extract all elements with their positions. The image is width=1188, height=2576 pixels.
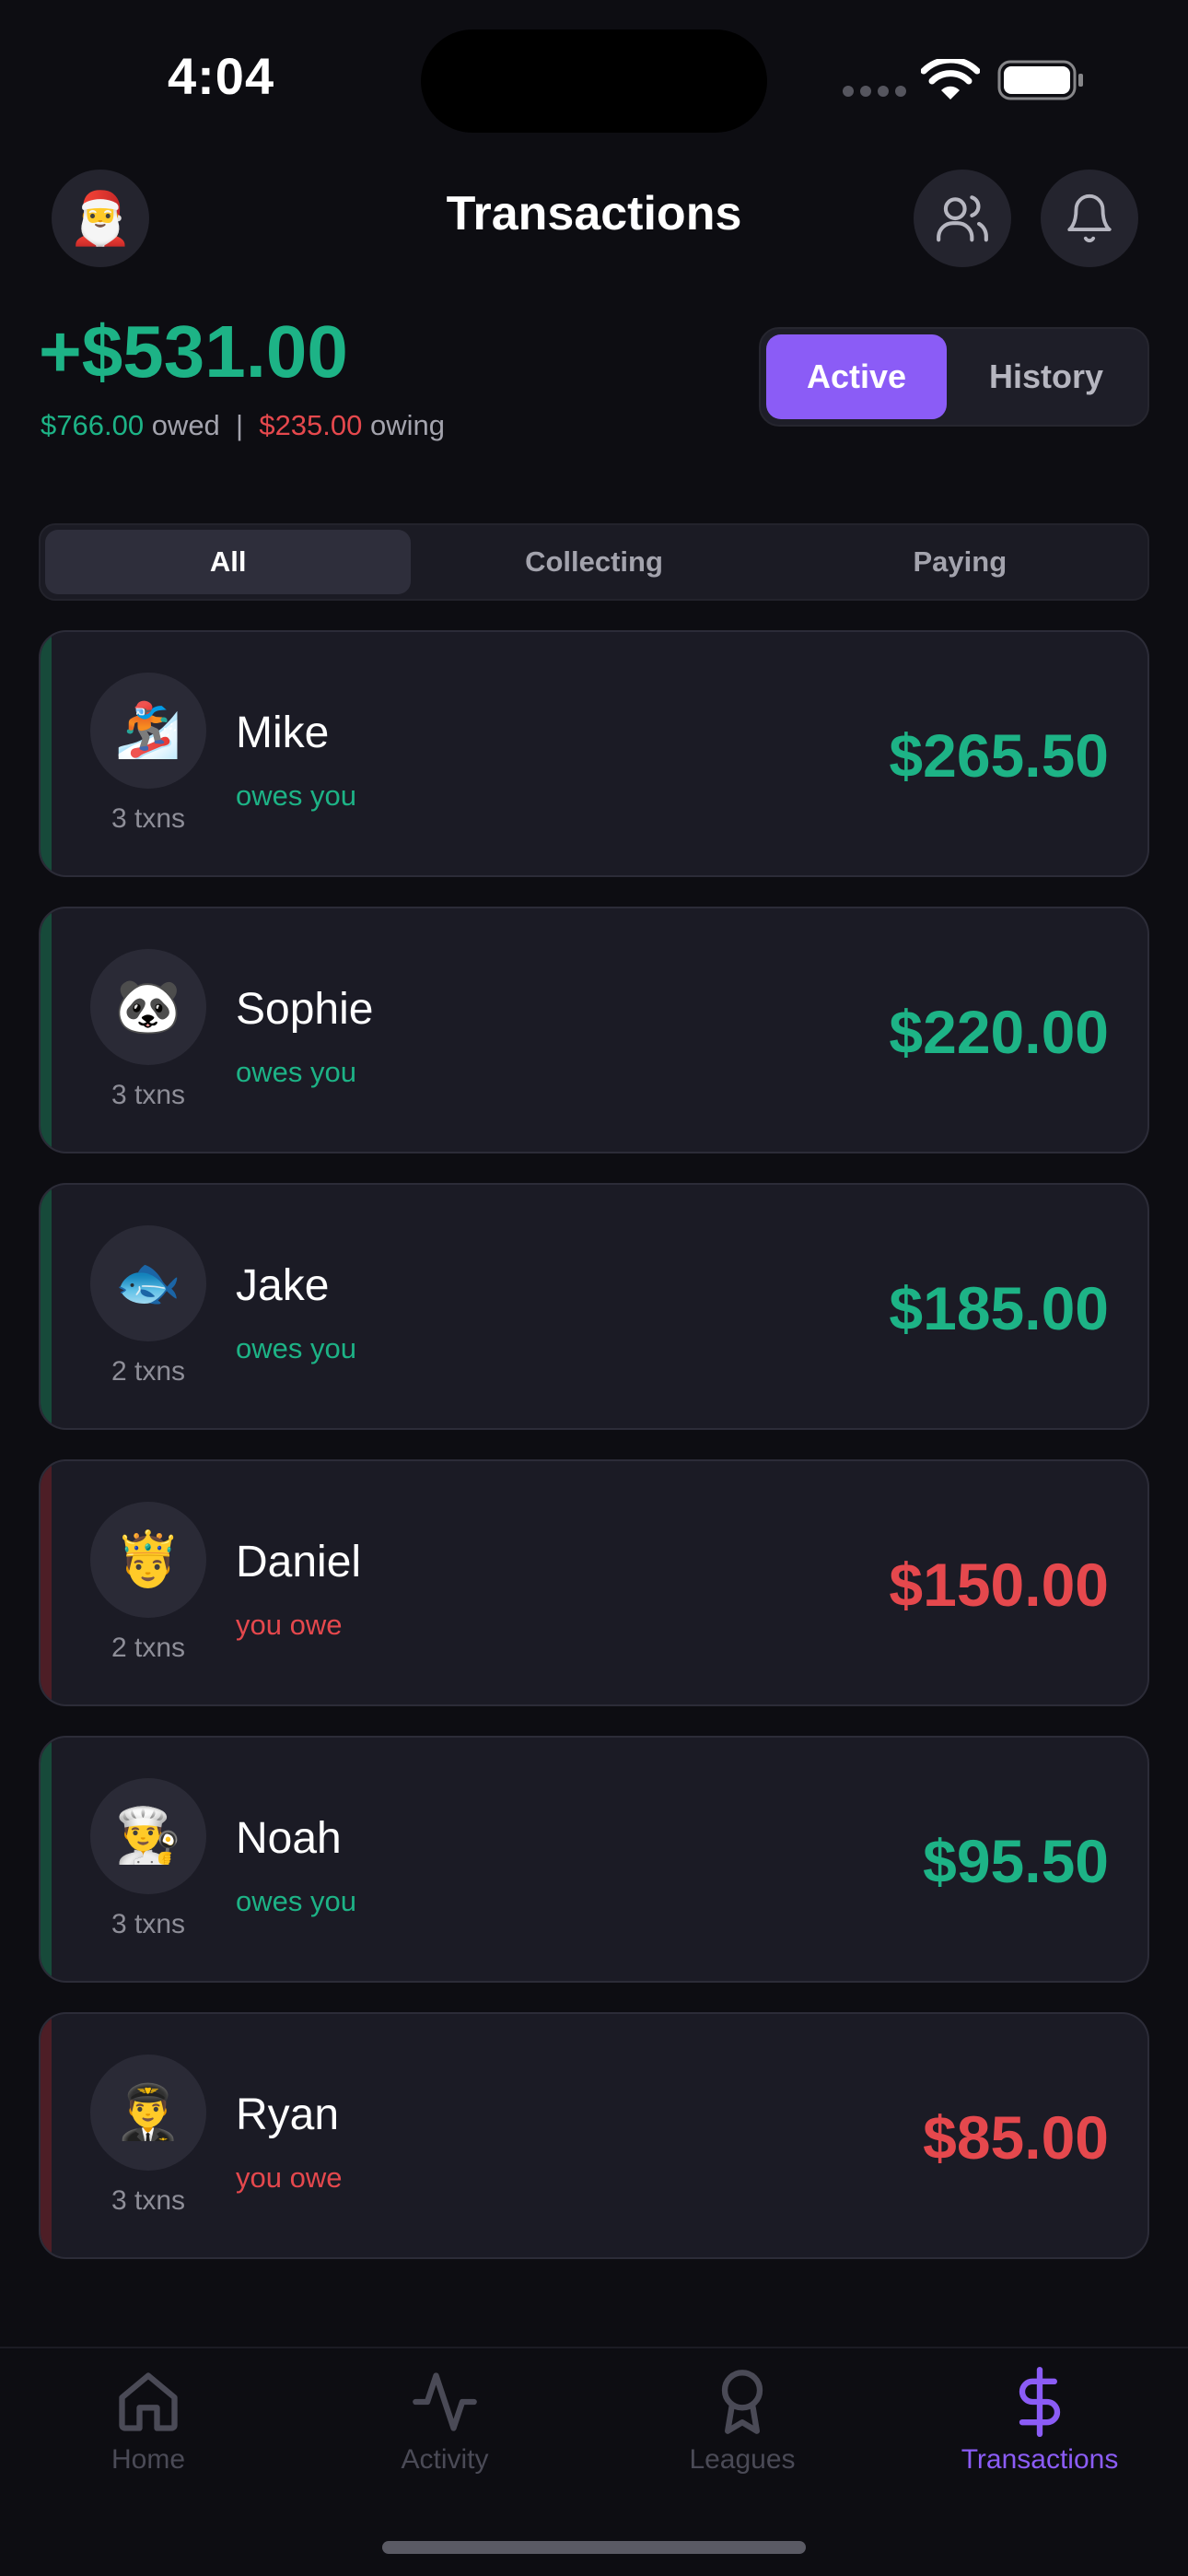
home-indicator[interactable]	[382, 2541, 806, 2554]
transaction-card[interactable]: 🤴 2 txns Daniel you owe $150.00	[39, 1459, 1149, 1706]
filter-tab-paying[interactable]: Paying	[777, 530, 1143, 594]
amount: $85.00	[923, 2103, 1109, 2172]
transaction-card[interactable]: 👨‍🍳 3 txns Noah owes you $95.50	[39, 1736, 1149, 1983]
avatar: 👨‍✈️	[90, 2055, 206, 2171]
notifications-button[interactable]	[1041, 170, 1138, 267]
txn-count: 2 txns	[111, 1356, 186, 1387]
avatar-emoji: 🐟	[114, 1253, 182, 1313]
tab-label: Activity	[401, 2444, 489, 2475]
avatar: 🤴	[90, 1502, 206, 1618]
amount: $95.50	[923, 1827, 1109, 1895]
owed-label: owed	[151, 409, 220, 441]
avatar: 👨‍🍳	[90, 1778, 206, 1894]
tab-home[interactable]: Home	[0, 2367, 297, 2476]
amount: $185.00	[889, 1274, 1109, 1342]
relation-label: owes you	[236, 1056, 356, 1088]
active-toggle-button[interactable]: Active	[766, 334, 947, 419]
card-accent	[41, 908, 52, 1152]
active-history-toggle: Active History	[759, 327, 1149, 427]
card-accent	[41, 632, 52, 875]
card-accent	[41, 1185, 52, 1428]
transaction-list: 🏂 3 txns Mike owes you $265.50 🐼 3 txns …	[39, 630, 1149, 2289]
transaction-card[interactable]: 🐼 3 txns Sophie owes you $220.00	[39, 907, 1149, 1153]
relation-label: owes you	[236, 779, 356, 812]
person-name: Sophie	[236, 985, 374, 1034]
amount: $265.50	[889, 721, 1109, 790]
dollar-icon	[1019, 2367, 1061, 2437]
avatar: 🏂	[90, 673, 206, 789]
tab-leagues[interactable]: Leagues	[594, 2367, 891, 2476]
txn-count: 3 txns	[111, 803, 186, 834]
tab-transactions[interactable]: Transactions	[891, 2367, 1188, 2476]
owed-amount: $766.00	[41, 409, 145, 441]
award-icon	[721, 2370, 763, 2434]
filter-tabs: All Collecting Paying	[39, 523, 1149, 601]
filter-tab-all[interactable]: All	[45, 530, 412, 594]
person-name: Ryan	[236, 2090, 340, 2139]
tab-label: Leagues	[689, 2444, 796, 2475]
avatar: 🐼	[90, 949, 206, 1065]
balance-separator: |	[236, 409, 244, 441]
txn-count: 3 txns	[111, 2185, 186, 2216]
avatar-emoji: 🏂	[114, 700, 182, 760]
battery-icon	[997, 60, 1083, 100]
dynamic-island	[421, 29, 767, 133]
tab-label: Home	[111, 2444, 186, 2475]
avatar-emoji: 👨‍🍳	[114, 1806, 182, 1866]
home-icon	[119, 2372, 178, 2431]
history-toggle-button[interactable]: History	[950, 334, 1142, 419]
relation-label: you owe	[236, 1609, 343, 1641]
relation-label: owes you	[236, 1885, 356, 1917]
transaction-card[interactable]: 🏂 3 txns Mike owes you $265.50	[39, 630, 1149, 877]
relation-label: owes you	[236, 1332, 356, 1364]
friends-button[interactable]	[914, 170, 1011, 267]
txn-count: 3 txns	[111, 1080, 186, 1110]
balance-breakdown: $766.00 owed | $235.00 owing	[41, 409, 445, 442]
txn-count: 3 txns	[111, 1909, 186, 1939]
transaction-card[interactable]: 🐟 2 txns Jake owes you $185.00	[39, 1183, 1149, 1430]
cellular-signal-icon	[843, 86, 906, 97]
transaction-card[interactable]: 👨‍✈️ 3 txns Ryan you owe $85.00	[39, 2012, 1149, 2259]
net-balance: +$531.00	[39, 310, 348, 392]
filter-tab-collecting[interactable]: Collecting	[411, 530, 776, 594]
card-accent	[41, 1738, 52, 1981]
person-name: Mike	[236, 708, 330, 757]
users-icon	[937, 195, 988, 242]
tab-activity[interactable]: Activity	[297, 2367, 593, 2476]
relation-label: you owe	[236, 2161, 343, 2194]
person-name: Noah	[236, 1814, 342, 1863]
amount: $150.00	[889, 1551, 1109, 1619]
person-name: Jake	[236, 1261, 330, 1310]
card-accent	[41, 2014, 52, 2257]
amount: $220.00	[889, 998, 1109, 1066]
tab-label: Transactions	[961, 2444, 1119, 2475]
avatar-emoji: 🤴	[114, 1529, 182, 1589]
txn-count: 2 txns	[111, 1633, 186, 1663]
owing-label: owing	[370, 409, 446, 441]
avatar: 🐟	[90, 1225, 206, 1341]
activity-icon	[413, 2372, 477, 2431]
status-time: 4:04	[168, 47, 275, 105]
owing-amount: $235.00	[259, 409, 363, 441]
wifi-icon	[921, 59, 980, 100]
person-name: Daniel	[236, 1538, 362, 1587]
card-accent	[41, 1461, 52, 1704]
bell-icon	[1067, 193, 1112, 243]
avatar-emoji: 🐼	[114, 977, 182, 1036]
avatar-emoji: 👨‍✈️	[114, 2082, 182, 2142]
